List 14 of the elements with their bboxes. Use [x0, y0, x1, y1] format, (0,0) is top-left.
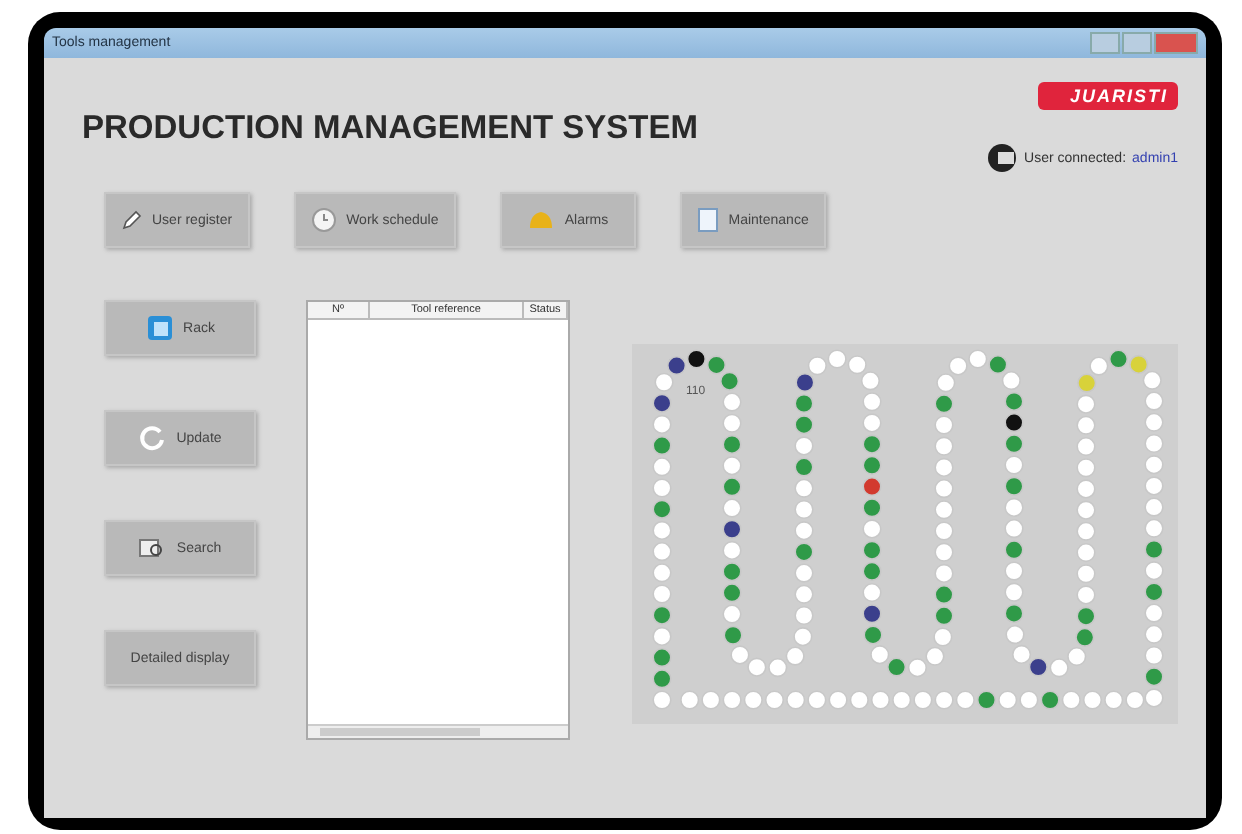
horizontal-scrollbar[interactable] — [308, 724, 568, 738]
minimize-button[interactable] — [1090, 32, 1120, 54]
document-icon — [698, 208, 719, 232]
clock-icon — [312, 208, 337, 232]
cabinet-icon — [145, 314, 174, 342]
refresh-icon — [138, 424, 167, 452]
logo: JUARISTI — [1037, 82, 1178, 110]
maximize-button[interactable] — [1122, 32, 1152, 54]
pencil-icon — [122, 210, 142, 230]
app-title: PRODUCTION MANAGEMENT SYSTEM — [82, 110, 699, 150]
close-button[interactable] — [1154, 32, 1198, 54]
search-icon — [138, 536, 167, 560]
bell-icon — [528, 210, 555, 230]
user-icon — [986, 142, 1019, 174]
